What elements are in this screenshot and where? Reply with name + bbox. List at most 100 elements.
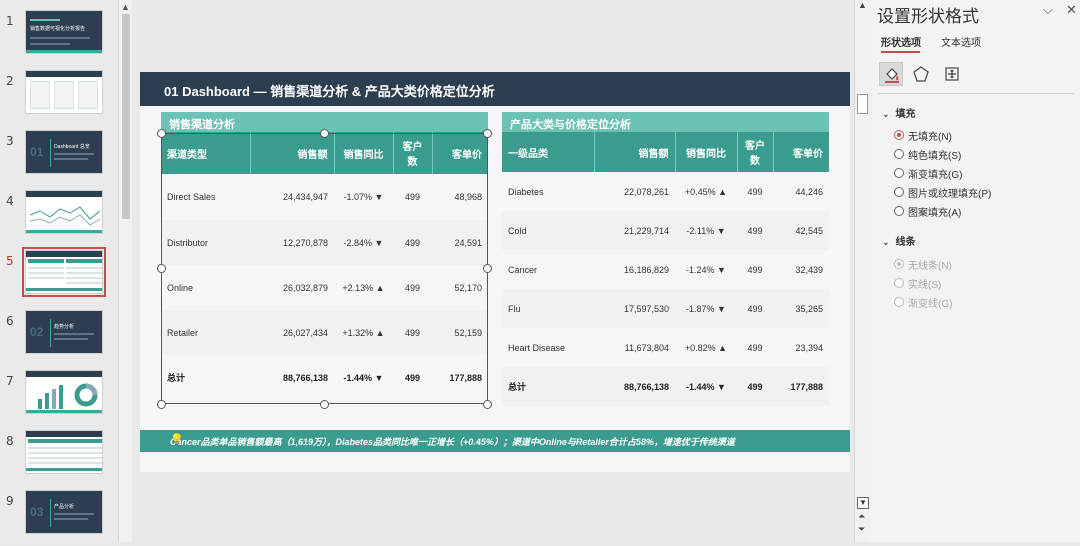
next-slide-icon[interactable]: ⏷ (858, 524, 865, 535)
slide-number: 2 (6, 74, 14, 88)
table-row[interactable]: Flu 17,597,530 -1.87% ▼ 499 35,265 (502, 289, 829, 328)
slide-thumbnail-8[interactable]: 8 (0, 430, 118, 486)
sales-value: 26,032,879 (250, 265, 334, 310)
insight-banner[interactable]: Cancer品类单品销售额最高（1,619万），Diabetes品类同比唯一正增… (140, 430, 850, 452)
product-table[interactable]: 一级品类 销售额 销售同比 客户数 客单价 Diabetes 22,078,26… (502, 132, 829, 406)
scroll-thumb[interactable] (122, 14, 130, 219)
slide-thumbnail-6[interactable]: 6 02 趋势分析 (0, 310, 118, 366)
customer-count: 499 (737, 250, 773, 289)
radio-button[interactable] (894, 187, 904, 197)
effects-icon[interactable] (909, 62, 933, 86)
slide-number: 5 (6, 254, 14, 268)
slide-number: 4 (6, 194, 14, 208)
table-row[interactable]: Distributor 12,270,878 -2.84% ▼ 499 24,5… (161, 220, 488, 265)
sales-value: 16,186,829 (594, 250, 675, 289)
radio-button[interactable] (894, 297, 904, 307)
thumbnail-scrollbar[interactable]: ▲ (118, 0, 132, 542)
scroll-down-icon[interactable]: ▼ (857, 497, 869, 509)
avg-price: 177,888 (773, 367, 829, 406)
tab-shape-options[interactable]: 形状选项 (881, 34, 921, 49)
avg-price: 44,246 (773, 172, 829, 211)
yoy-value: +2.13% ▲ (334, 265, 393, 310)
tab-text-options[interactable]: 文本选项 (941, 34, 981, 49)
customer-count: 499 (737, 211, 773, 250)
chevron-down-icon: ⌄ (882, 109, 890, 119)
customer-count: 499 (393, 265, 432, 310)
resize-handle[interactable] (157, 264, 166, 273)
table-total-row[interactable]: 总计 88,766,138 -1.44% ▼ 499 177,888 (502, 367, 829, 406)
table-row[interactable]: Heart Disease 11,673,804 +0.82% ▲ 499 23… (502, 328, 829, 367)
fill-section-header[interactable]: ⌄ 填充 (882, 105, 916, 120)
close-icon[interactable]: ✕ (1066, 2, 1077, 18)
slide-header-bar: 01 Dashboard — 销售渠道分析 & 产品大类价格定位分析 (140, 72, 850, 106)
size-properties-icon[interactable] (940, 62, 964, 86)
category-name: Cancer (502, 250, 594, 289)
slide-thumbnail-9[interactable]: 9 03 产品分析 (0, 490, 118, 546)
radio-button[interactable] (894, 168, 904, 178)
scroll-up-icon[interactable]: ▲ (121, 2, 130, 12)
radio-button[interactable] (894, 149, 904, 159)
table-header: 销售额 (594, 132, 676, 172)
slide-thumbnail-7[interactable]: 7 (0, 370, 118, 426)
table-row[interactable]: Online 26,032,879 +2.13% ▲ 499 52,170 (161, 265, 488, 310)
resize-handle[interactable] (483, 264, 492, 273)
current-slide[interactable]: 01 Dashboard — 销售渠道分析 & 产品大类价格定位分析 销售渠道分… (140, 72, 850, 472)
category-name: Heart Disease (502, 328, 594, 367)
fill-line-icon[interactable] (879, 62, 903, 86)
avg-price: 48,968 (432, 174, 488, 220)
thumbnail-preview: 01 Dashboard 总览 (25, 130, 103, 174)
slide-number: 8 (6, 434, 14, 448)
table-row[interactable]: Cold 21,229,714 -2.11% ▼ 499 42,545 (502, 211, 829, 250)
thumbnail-preview (25, 430, 103, 474)
product-table-caption: 产品大类与价格定位分析 (502, 112, 829, 132)
table-row[interactable]: Direct Sales 24,434,947 -1.07% ▼ 499 48,… (161, 174, 488, 220)
slide-thumbnail-1[interactable]: 1 销售数据可视化分析报告 (0, 10, 118, 66)
resize-handle[interactable] (157, 129, 166, 138)
chevron-down-icon[interactable]: ⌵ (1043, 2, 1053, 18)
resize-handle[interactable] (320, 129, 329, 138)
slide-thumbnail-4[interactable]: 4 (0, 190, 118, 246)
thumbnail-preview: 02 趋势分析 (25, 310, 103, 354)
customer-count: 499 (393, 220, 432, 265)
slide-thumbnail-5[interactable]: 5 (0, 247, 118, 306)
channel-table[interactable]: 渠道类型 销售额 销售同比 客户数 客单价 Direct Sales 24,43… (161, 132, 488, 400)
table-row[interactable]: Diabetes 22,078,261 +0.45% ▲ 499 44,246 (502, 172, 829, 211)
slide-number: 6 (6, 314, 14, 328)
resize-handle[interactable] (157, 400, 166, 409)
table-header: 客单价 (432, 132, 488, 174)
resize-handle[interactable] (483, 400, 492, 409)
resize-handle[interactable] (483, 129, 492, 138)
scroll-thumb[interactable] (857, 94, 868, 114)
pane-title: 设置形状格式 (877, 7, 979, 26)
total-label: 总计 (502, 367, 594, 406)
line-section-header[interactable]: ⌄ 线条 (882, 233, 916, 248)
slide-number: 3 (6, 134, 14, 148)
yoy-value: -2.11% ▼ (675, 211, 737, 250)
canvas-scrollbar[interactable]: ▲ ▼ ⏶ ⏷ (854, 0, 870, 542)
radio-button[interactable] (894, 130, 904, 140)
yoy-value: -1.44% ▼ (334, 355, 393, 400)
table-total-row[interactable]: 总计 88,766,138 -1.44% ▼ 499 177,888 (161, 355, 488, 400)
slide-thumbnail-3[interactable]: 3 01 Dashboard 总览 (0, 130, 118, 186)
thumbnail-title: 销售数据可视化分析报告 (30, 26, 86, 32)
previous-slide-icon[interactable]: ⏶ (858, 511, 865, 522)
resize-handle[interactable] (320, 400, 329, 409)
slide-thumbnail-2[interactable]: 2 (0, 70, 118, 126)
table-row[interactable]: Retailer 26,027,434 +1.32% ▲ 499 52,159 (161, 310, 488, 355)
sales-value: 17,597,530 (594, 289, 675, 328)
sales-value: 12,270,878 (250, 220, 334, 265)
slide-title[interactable]: 01 Dashboard — 销售渠道分析 & 产品大类价格定位分析 (164, 81, 495, 100)
radio-button[interactable] (894, 206, 904, 216)
slide-editing-canvas[interactable]: 01 Dashboard — 销售渠道分析 & 产品大类价格定位分析 销售渠道分… (132, 0, 854, 542)
scroll-up-icon[interactable]: ▲ (858, 0, 867, 10)
table-row[interactable]: Cancer 16,186,829 -1.24% ▼ 499 32,439 (502, 250, 829, 289)
radio-button[interactable] (894, 278, 904, 288)
customer-count: 499 (737, 289, 773, 328)
avg-price: 32,439 (773, 250, 829, 289)
yoy-value: +0.45% ▲ (675, 172, 737, 211)
yoy-value: -2.84% ▼ (334, 220, 393, 265)
yoy-value: -1.24% ▼ (675, 250, 737, 289)
table-header: 客户数 (737, 132, 774, 172)
radio-button[interactable] (894, 259, 904, 269)
table-header: 一级品类 (502, 132, 595, 172)
